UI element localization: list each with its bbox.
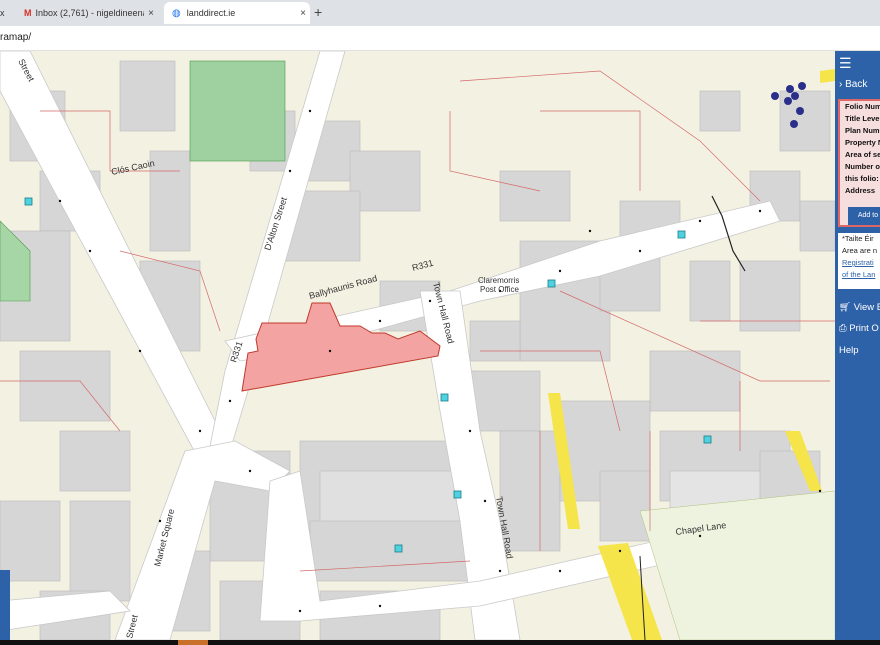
label-post-office-1: Claremorris xyxy=(478,276,519,285)
field-address: Address xyxy=(845,186,876,195)
field-plan-number: Plan Num xyxy=(845,126,880,135)
field-folio-number: Folio Num xyxy=(845,102,880,111)
note-line-2: Area are n xyxy=(842,246,878,255)
field-this-folio: this folio: xyxy=(845,174,879,183)
map-view[interactable]: Street Clós Caoin D'Alton Street Ballyha… xyxy=(0,51,835,640)
view-button[interactable]: 🛒︎ View E xyxy=(839,302,880,313)
tab-inbox[interactable]: M Inbox (2,761) - nigeldineenauct × xyxy=(18,2,158,24)
back-button[interactable]: › Back xyxy=(839,79,867,90)
new-tab-button[interactable]: + xyxy=(314,4,322,20)
cart-icon: 🛒︎ xyxy=(839,302,852,313)
url-text[interactable]: ramap/ xyxy=(0,32,31,43)
printer-icon: ⎙ xyxy=(839,323,847,334)
side-panel: ☰ › Back Folio Num Title Level Plan Num … xyxy=(835,51,880,640)
disclaimer-note: *Tailte Éir Area are n Registrati of the… xyxy=(838,233,880,289)
tab-inbox-label: Inbox (2,761) - nigeldineenauct xyxy=(35,8,144,18)
address-bar[interactable]: ramap/ xyxy=(0,26,880,51)
note-line-1: *Tailte Éir xyxy=(842,234,874,243)
field-title-level: Title Level xyxy=(845,114,880,123)
label-post-office-2: Post Office xyxy=(480,285,520,294)
back-label: Back xyxy=(845,79,868,90)
field-area: Area of se xyxy=(845,150,880,159)
tab-landdirect-label: landdirect.ie xyxy=(186,8,236,18)
globe-icon: ◍ xyxy=(172,7,181,19)
taskbar-strip xyxy=(0,640,880,645)
folio-details-box: Folio Num Title Level Plan Num Property … xyxy=(838,99,880,227)
gmail-icon: M xyxy=(24,8,32,18)
map-canvas[interactable]: Street Clós Caoin D'Alton Street Ballyha… xyxy=(0,51,835,640)
browser-tab-strip: x M Inbox (2,761) - nigeldineenauct × ◍ … xyxy=(0,0,880,26)
chevron-right-icon: › xyxy=(839,79,843,90)
print-button[interactable]: ⎙ Print O xyxy=(839,323,879,334)
note-link-2[interactable]: of the Lan xyxy=(838,269,880,281)
tab-inbox-close-icon[interactable]: × xyxy=(148,8,154,19)
map-side-control[interactable] xyxy=(0,570,10,640)
help-link[interactable]: Help xyxy=(839,345,859,356)
menu-icon[interactable]: ☰ xyxy=(839,55,852,72)
tab-partial-close[interactable]: x xyxy=(0,8,5,18)
tab-landdirect-close-icon[interactable]: × xyxy=(300,8,306,19)
print-label: Print O xyxy=(849,323,879,334)
tab-partial[interactable]: x xyxy=(0,2,10,24)
tab-landdirect[interactable]: ◍ landdirect.ie × xyxy=(164,2,310,24)
taskbar-accent xyxy=(178,640,208,645)
note-link-1[interactable]: Registrati xyxy=(838,257,880,269)
add-to-button[interactable]: Add to xyxy=(848,207,880,225)
view-label: View E xyxy=(853,302,880,313)
field-number-of: Number o xyxy=(845,162,880,171)
field-property: Property N xyxy=(845,138,880,147)
